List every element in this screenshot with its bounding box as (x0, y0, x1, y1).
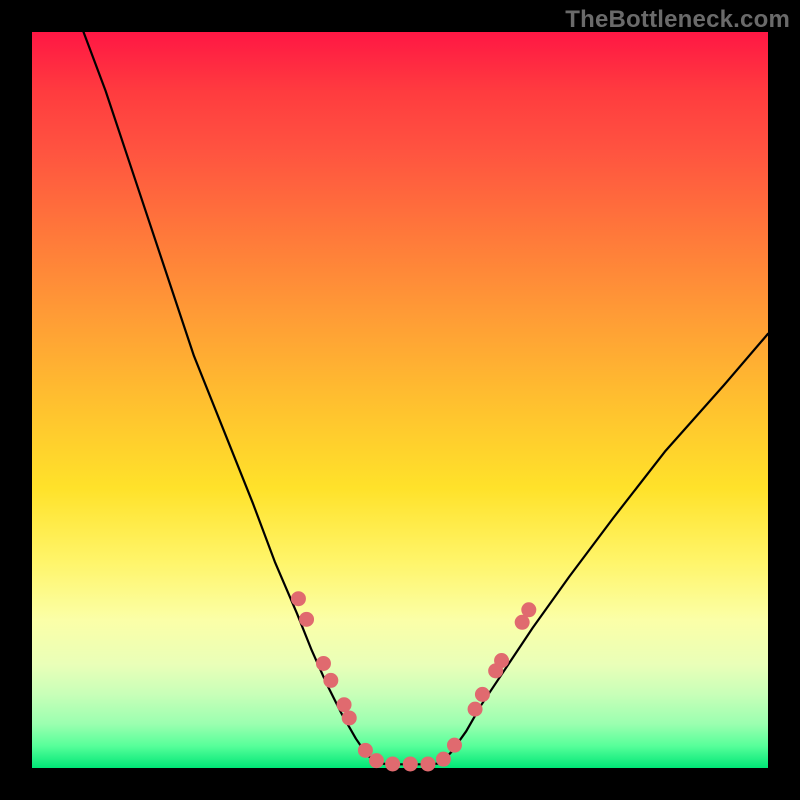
data-marker (316, 656, 331, 671)
data-marker (323, 673, 338, 688)
data-marker (291, 591, 306, 606)
data-marker (475, 687, 490, 702)
marker-layer (291, 591, 536, 771)
bottleneck-curve (84, 32, 768, 764)
data-marker (436, 752, 451, 767)
data-marker (299, 612, 314, 627)
data-marker (369, 753, 384, 768)
plot-area (32, 32, 768, 768)
data-marker (358, 743, 373, 758)
data-marker (403, 756, 418, 771)
data-marker (385, 756, 400, 771)
chart-svg (32, 32, 768, 768)
watermark-text: TheBottleneck.com (565, 6, 790, 34)
data-marker (337, 697, 352, 712)
data-marker (468, 702, 483, 717)
data-marker (494, 653, 509, 668)
data-marker (521, 602, 536, 617)
data-marker (342, 710, 357, 725)
data-marker (447, 738, 462, 753)
chart-frame: TheBottleneck.com (0, 0, 800, 800)
data-marker (420, 756, 435, 771)
